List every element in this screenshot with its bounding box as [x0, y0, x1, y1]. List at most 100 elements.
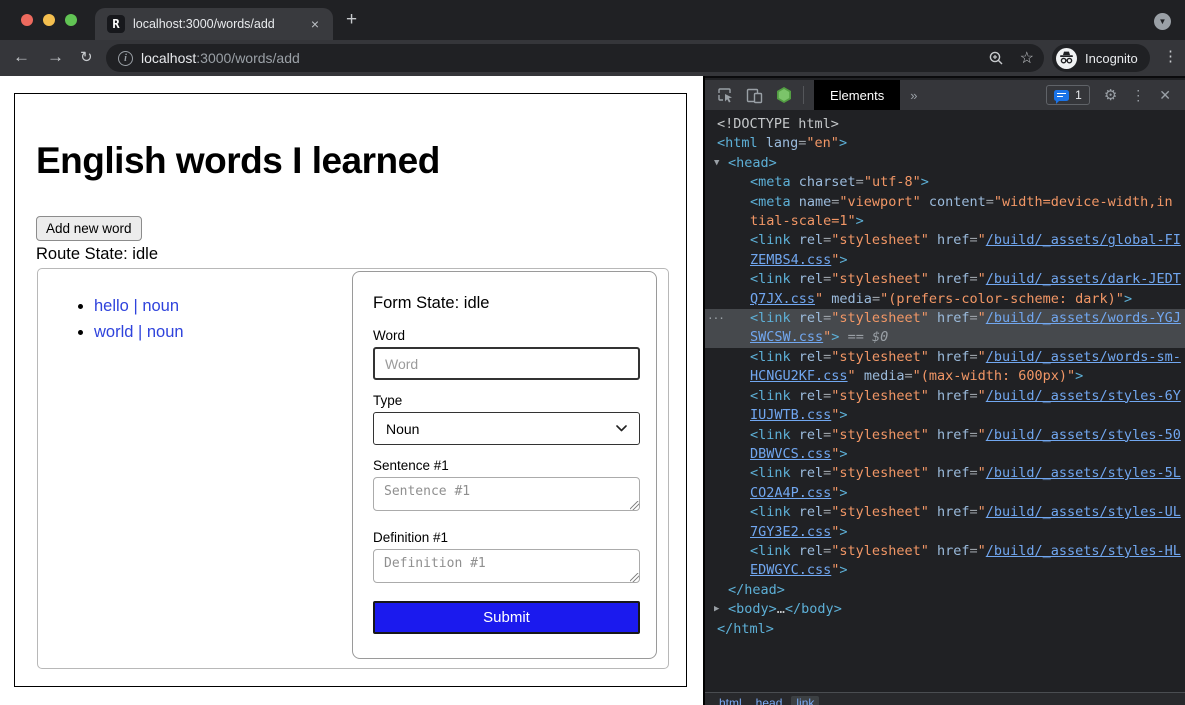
devtools-code-line[interactable]: <link rel="stylesheet" href="/build/_ass… — [705, 503, 1185, 522]
macos-minimize-button[interactable] — [43, 14, 55, 26]
bookmark-star-icon[interactable]: ☆ — [1020, 48, 1034, 68]
devtools-menu-icon[interactable]: ⋮ — [1131, 87, 1145, 104]
word-link-world[interactable]: world | noun — [94, 323, 184, 341]
definition-textarea[interactable] — [373, 549, 640, 583]
code-token-tag: </head> — [728, 582, 785, 598]
word-link-hello[interactable]: hello | noun — [94, 297, 179, 315]
code-token-val: " — [848, 368, 856, 384]
node-hexagon-icon[interactable] — [775, 86, 793, 104]
incognito-icon — [1056, 48, 1077, 69]
code-token-tag: > — [1124, 291, 1132, 307]
code-token-tag: </html> — [717, 621, 774, 637]
add-new-word-button[interactable]: Add new word — [36, 216, 142, 241]
code-token-link: /build/_assets/words-sm- — [986, 349, 1181, 365]
code-token-attr: rel — [791, 232, 824, 248]
inspect-element-icon[interactable] — [717, 87, 734, 104]
breadcrumb-head[interactable]: head — [756, 696, 783, 705]
code-token-tag: > — [839, 135, 847, 151]
devtools-code-line[interactable]: <meta charset="utf-8"> — [705, 173, 1185, 192]
reload-button[interactable]: ↻ — [80, 48, 93, 66]
devtools-code-line[interactable]: tial-scale=1"> — [705, 212, 1185, 231]
add-word-form: Form State: idle Word Type Noun Sentence… — [352, 271, 657, 659]
devtools-toolbar: Elements » 1 ⚙ ⋮ ✕ — [705, 80, 1185, 110]
zoom-icon[interactable] — [988, 50, 1004, 66]
code-token-attr: name — [791, 194, 832, 210]
resize-grip-icon[interactable] — [630, 573, 639, 582]
code-token-link: /build/_assets/styles-HL — [986, 543, 1181, 559]
app-container: English words I learned Add new word Rou… — [14, 93, 687, 687]
devtools-code-line[interactable]: <html lang="en"> — [705, 134, 1185, 153]
devtools-code-line[interactable]: <link rel="stylesheet" href="/build/_ass… — [705, 387, 1185, 406]
devtools-close-icon[interactable]: ✕ — [1159, 87, 1171, 104]
devtools-code-line[interactable]: <link rel="stylesheet" href="/build/_ass… — [705, 542, 1185, 561]
devtools-code-line[interactable]: HCNGU2KF.css" media="(max-width: 600px)"… — [705, 367, 1185, 386]
expander-closed-icon[interactable]: ▶ — [714, 600, 719, 619]
site-info-icon[interactable]: i — [118, 51, 133, 66]
devtools-code-line[interactable]: <link rel="stylesheet" href="/build/_ass… — [705, 231, 1185, 250]
code-token-val: " — [978, 349, 986, 365]
browser-toolbar: ← → ↻ i localhost:3000/words/add ☆ Incog… — [0, 40, 1185, 76]
browser-tab[interactable]: R localhost:3000/words/add × — [95, 8, 333, 40]
elements-tree: <!DOCTYPE html><html lang="en">▼<head><m… — [705, 110, 1185, 694]
sentence-textarea[interactable] — [373, 477, 640, 511]
word-input[interactable] — [373, 347, 640, 380]
devtools-code-line[interactable]: 7GY3E2.css"> — [705, 523, 1185, 542]
code-token-val: "stylesheet" — [831, 504, 929, 520]
code-token-val: "width=device-width,in — [994, 194, 1173, 210]
code-token-attr: href — [929, 388, 970, 404]
code-token-attr: lang — [758, 135, 799, 151]
code-token-attr: media — [856, 368, 905, 384]
devtools-code-line[interactable]: ▼<head> — [705, 154, 1185, 173]
macos-zoom-button[interactable] — [65, 14, 77, 26]
code-token-val: "viewport" — [839, 194, 920, 210]
page-title: English words I learned — [36, 140, 440, 182]
back-button[interactable]: ← — [13, 47, 30, 67]
code-token-val: "stylesheet" — [831, 543, 929, 559]
devtools-code-line[interactable]: ▶<body>…</body> — [705, 600, 1185, 619]
code-token-attr: rel — [791, 349, 824, 365]
code-token-attr: href — [929, 232, 970, 248]
forward-button[interactable]: → — [47, 47, 64, 67]
devtools-code-line[interactable]: <meta name="viewport" content="width=dev… — [705, 193, 1185, 212]
browser-menu-icon[interactable]: ⋮ — [1163, 47, 1178, 65]
issues-badge[interactable]: 1 — [1046, 85, 1090, 105]
list-form-container: hello | noun world | noun Form State: id… — [37, 268, 669, 669]
type-select[interactable]: Noun — [373, 412, 640, 445]
devtools-code-line[interactable]: Q7JX.css" media="(prefers-color-scheme: … — [705, 290, 1185, 309]
device-toolbar-icon[interactable] — [746, 87, 763, 104]
devtools-code-line[interactable]: </head> — [705, 581, 1185, 600]
devtools-code-line[interactable]: <!DOCTYPE html> — [705, 115, 1185, 134]
devtools-code-line[interactable]: <link rel="stylesheet" href="/build/_ass… — [705, 348, 1185, 367]
code-token-link: /build/_assets/dark-JEDT — [986, 271, 1181, 287]
breadcrumb-link[interactable]: link — [791, 696, 819, 705]
devtools-code-line[interactable]: EDWGYC.css"> — [705, 561, 1185, 580]
submit-button[interactable]: Submit — [373, 601, 640, 634]
code-token-link: Q7JX.css — [750, 291, 815, 307]
more-tabs-icon[interactable]: » — [910, 88, 917, 103]
tab-elements[interactable]: Elements — [814, 80, 900, 110]
settings-gear-icon[interactable]: ⚙ — [1104, 86, 1117, 104]
expander-open-icon[interactable]: ▼ — [714, 154, 719, 173]
devtools-code-line[interactable]: CO2A4P.css"> — [705, 484, 1185, 503]
devtools-code-line[interactable]: <link rel="stylesheet" href="/build/_ass… — [705, 464, 1185, 483]
devtools-code-line[interactable]: ZEMBS4.css"> — [705, 251, 1185, 270]
code-token-attr: rel — [791, 504, 824, 520]
code-token-val: " — [978, 232, 986, 248]
code-token-link: 7GY3E2.css — [750, 524, 831, 540]
devtools-code-line[interactable]: <link rel="stylesheet" href="/build/_ass… — [705, 270, 1185, 289]
tab-close-icon[interactable]: × — [307, 15, 323, 33]
breadcrumb-html[interactable]: html — [719, 696, 742, 705]
devtools-code-line[interactable]: SWCSW.css"> == $0 — [705, 328, 1185, 347]
devtools-code-line[interactable]: DBWVCS.css"> — [705, 445, 1185, 464]
macos-close-button[interactable] — [21, 14, 33, 26]
address-bar[interactable]: i localhost:3000/words/add ☆ — [106, 44, 1044, 72]
devtools-code-line[interactable]: ···<link rel="stylesheet" href="/build/_… — [705, 309, 1185, 328]
tab-search-chevron-icon[interactable]: ▼ — [1154, 13, 1171, 30]
devtools-code-line[interactable]: <link rel="stylesheet" href="/build/_ass… — [705, 426, 1185, 445]
resize-grip-icon[interactable] — [630, 501, 639, 510]
devtools-code-line[interactable]: </html> — [705, 620, 1185, 639]
tab-title: localhost:3000/words/add — [133, 17, 307, 31]
code-token-attr: rel — [791, 427, 824, 443]
devtools-code-line[interactable]: IUJWTB.css"> — [705, 406, 1185, 425]
new-tab-button[interactable]: + — [346, 9, 357, 31]
